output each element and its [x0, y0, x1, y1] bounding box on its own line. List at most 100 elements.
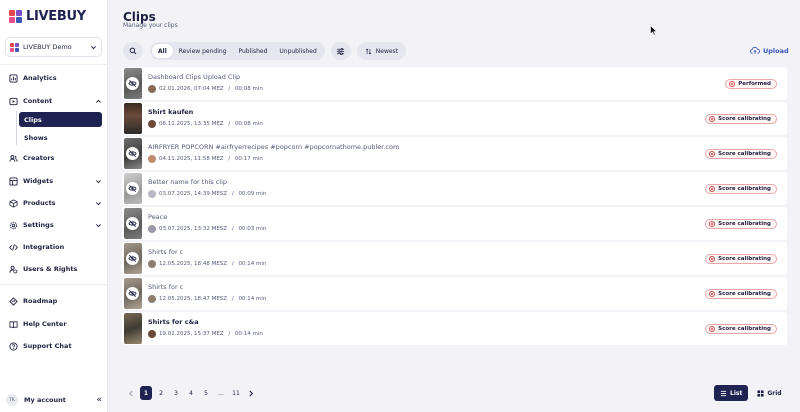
clip-date: 12.05.2025, 18:47 MESZ [159, 296, 228, 302]
clip-row[interactable]: Dashboard Clips Upload Clip 02.01.2026, … [122, 67, 787, 100]
chevron-right-icon [249, 390, 254, 396]
page-button[interactable]: 1 [140, 386, 152, 400]
sidebar-item-roadmap[interactable]: Roadmap [6, 294, 102, 308]
gear-icon [9, 221, 18, 230]
status-label: Score calibrating [718, 326, 771, 332]
next-page-button[interactable] [245, 386, 257, 400]
upload-button[interactable]: Upload [750, 46, 789, 55]
clip-date: 03.07.2025, 14:39 MESZ [159, 191, 228, 197]
account-selector[interactable]: LIVEBUY Demo [5, 37, 102, 57]
sliders-icon [336, 47, 345, 56]
sidebar-item-creators[interactable]: Creators [6, 151, 102, 165]
sidebar-item-products[interactable]: Products [6, 196, 102, 210]
brand-logo[interactable]: LIVEBUY [9, 9, 86, 24]
sidebar-item-support-chat[interactable]: Support Chat [6, 339, 102, 353]
list-view-label: List [730, 389, 743, 397]
clip-thumbnail[interactable] [124, 103, 142, 134]
status-dot-icon [709, 151, 716, 157]
filter-tab-all[interactable]: All [152, 44, 173, 58]
sort-arrows-icon [365, 48, 372, 55]
clip-thumbnail[interactable] [124, 313, 142, 344]
search-button[interactable] [123, 42, 143, 60]
sidebar-item-shows[interactable]: Shows [19, 130, 102, 145]
filter-settings-button[interactable] [330, 42, 351, 60]
sidebar-item-integration[interactable]: Integration [6, 240, 102, 254]
clip-meta: 12.05.2025, 18:48 MESZ / 00:14 min [148, 260, 266, 268]
clip-row[interactable]: AIRFRYER POPCORN #airfryerrecipes #popco… [122, 137, 787, 170]
clip-thumbnail[interactable] [124, 208, 142, 239]
clip-title[interactable]: Shirts for c&a [148, 318, 199, 326]
submenu-line [16, 111, 17, 145]
pagination-ellipsis: ... [218, 389, 224, 397]
clip-row[interactable]: Shirts for c 12.05.2025, 18:48 MESZ / 00… [122, 242, 787, 275]
status-badge: Performed [725, 79, 777, 89]
status-label: Score calibrating [718, 151, 771, 157]
status-label: Performed [738, 81, 771, 87]
clip-row[interactable]: Shirt kaufen 06.11.2025, 13:35 MEZ / 00:… [122, 102, 787, 135]
upload-label: Upload [763, 46, 789, 55]
sidebar-item-settings[interactable]: Settings [6, 218, 102, 232]
sidebar-divider [0, 284, 108, 285]
grid-view-button[interactable]: Grid [751, 385, 787, 401]
clip-date: 02.01.2026, 07:04 MEZ [159, 86, 224, 92]
clip-list: Dashboard Clips Upload Clip 02.01.2026, … [122, 67, 787, 347]
clip-title[interactable]: Shirt kaufen [148, 108, 193, 116]
page-button[interactable]: 4 [185, 386, 197, 400]
status-label: Score calibrating [718, 116, 771, 122]
clip-title[interactable]: Better name for this clip [148, 178, 227, 186]
clip-thumbnail[interactable] [124, 278, 142, 309]
clip-row[interactable]: Shirts for c&a 19.02.2025, 15:37 MEZ / 0… [122, 312, 787, 345]
meta-separator: / [230, 226, 236, 232]
sidebar-item-clips[interactable]: Clips [19, 112, 102, 127]
status-badge: Score calibrating [705, 254, 777, 264]
clip-title[interactable]: AIRFRYER POPCORN #airfryerrecipes #popco… [148, 143, 399, 151]
creator-avatar [148, 120, 156, 128]
clip-date: 03.07.2025, 13:32 MESZ [159, 226, 228, 232]
creator-avatar [148, 295, 156, 303]
sidebar-item-users-rights[interactable]: Users & Rights [6, 262, 102, 276]
account-name: LIVEBUY Demo [23, 43, 72, 51]
page-button[interactable]: 5 [200, 386, 212, 400]
clip-title[interactable]: Peace [148, 213, 167, 221]
collapse-sidebar-icon[interactable]: « [96, 395, 102, 405]
sidebar-item-label: Products [23, 199, 56, 207]
clip-title[interactable]: Shirts for c [148, 248, 183, 256]
clip-meta: 19.02.2025, 15:37 MEZ / 00:14 min [148, 330, 263, 338]
sidebar-divider [0, 64, 108, 65]
clip-row[interactable]: Shirts for c 12.05.2025, 18:47 MESZ / 00… [122, 277, 787, 310]
clip-date: 12.05.2025, 18:48 MESZ [159, 261, 228, 267]
status-badge: Score calibrating [705, 289, 777, 299]
grid-icon [757, 389, 764, 397]
view-toggle: List Grid [714, 385, 788, 401]
filter-tab-published[interactable]: Published [232, 44, 273, 58]
clip-row[interactable]: Better name for this clip 03.07.2025, 14… [122, 172, 787, 205]
sort-button[interactable]: Newest [356, 42, 407, 60]
clip-thumbnail[interactable] [124, 243, 142, 274]
clip-row[interactable]: Peace 03.07.2025, 13:32 MESZ / 00:03 min… [122, 207, 787, 240]
clip-thumbnail[interactable] [124, 173, 142, 204]
clip-thumbnail[interactable] [124, 138, 142, 169]
sidebar-item-help-center[interactable]: Help Center [6, 317, 102, 331]
clip-meta: 03.07.2025, 13:32 MESZ / 00:03 min [148, 225, 266, 233]
page-button[interactable]: 11 [230, 386, 242, 400]
creator-avatar [148, 155, 156, 163]
sidebar-item-analytics[interactable]: Analytics [6, 71, 102, 85]
sidebar-item-content[interactable]: Content [6, 94, 102, 108]
clip-title[interactable]: Shirts for c [148, 283, 183, 291]
clip-meta: 02.01.2026, 07:04 MEZ / 00:08 min [148, 85, 263, 93]
list-view-button[interactable]: List [714, 385, 749, 401]
sidebar-item-widgets[interactable]: Widgets [6, 174, 102, 188]
analytics-icon [9, 73, 18, 83]
my-account-button[interactable]: TK My account « [6, 393, 102, 407]
clip-thumbnail[interactable] [124, 68, 142, 99]
previous-page-button[interactable] [125, 386, 137, 400]
filter-tab-unpublished[interactable]: Unpublished [273, 44, 322, 58]
clip-date: 19.02.2025, 15:37 MEZ [159, 331, 224, 337]
sidebar-item-label: Clips [24, 115, 42, 124]
page-button[interactable]: 3 [170, 386, 182, 400]
clip-duration: 00:09 min [238, 191, 267, 197]
eye-off-icon [126, 182, 139, 195]
page-button[interactable]: 2 [155, 386, 167, 400]
filter-tab-review-pending[interactable]: Review pending [173, 44, 233, 58]
clip-title[interactable]: Dashboard Clips Upload Clip [148, 73, 240, 81]
